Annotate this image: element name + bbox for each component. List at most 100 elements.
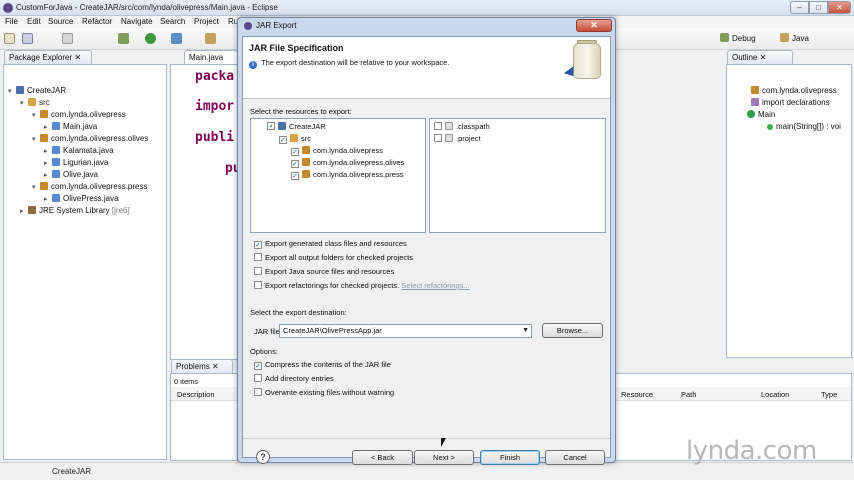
- run-icon[interactable]: [145, 33, 156, 44]
- debug-perspective-button[interactable]: Debug: [720, 33, 756, 43]
- outline-item-imports[interactable]: import declarations: [751, 97, 830, 108]
- tree-item-file[interactable]: ▸ Main.java: [44, 121, 97, 132]
- jar-file-combo[interactable]: CreateJAR\OlivePressApp.jar ▼: [279, 324, 532, 338]
- checkbox-checked[interactable]: ✓: [254, 241, 262, 249]
- outline-item-class[interactable]: Main: [747, 109, 775, 120]
- save-icon[interactable]: [22, 33, 33, 44]
- tree-item-package[interactable]: ▾ com.lynda.olivepress.olives: [32, 133, 148, 144]
- tab-label: Problems: [176, 362, 210, 371]
- column-description[interactable]: Description: [177, 390, 215, 399]
- option-export-output-folders[interactable]: Export all output folders for checked pr…: [254, 252, 413, 263]
- package-icon: [40, 182, 48, 190]
- resource-item-package[interactable]: ✓ com.lynda.olivepress.press: [291, 169, 403, 180]
- resource-file-list[interactable]: .classpath .project: [429, 118, 606, 233]
- checkbox-unchecked[interactable]: [254, 253, 262, 261]
- minimize-button[interactable]: –: [790, 1, 809, 14]
- tree-item-jre[interactable]: ▸ JRE System Library [jre6]: [20, 205, 130, 216]
- tree-item-createjar[interactable]: ▾ CreateJAR: [8, 85, 66, 96]
- resource-file-project[interactable]: .project: [434, 133, 481, 144]
- cancel-button[interactable]: Cancel: [545, 450, 605, 465]
- java-perspective-button[interactable]: Java: [780, 33, 809, 43]
- browse-button[interactable]: Browse...: [542, 323, 603, 338]
- menu-project[interactable]: Project: [194, 17, 219, 26]
- resource-tree[interactable]: CreateJAR ✓ src ✓ com.lynda.olivepress ✓ co…: [250, 118, 426, 233]
- checkbox-unchecked[interactable]: [434, 122, 442, 130]
- tab-problems[interactable]: Problems ✕: [171, 359, 233, 373]
- close-tab-icon[interactable]: ✕: [760, 53, 767, 62]
- external-tools-icon[interactable]: [171, 33, 182, 44]
- checkbox-checked[interactable]: ✓: [279, 136, 287, 144]
- resource-item-createjar[interactable]: CreateJAR: [267, 121, 326, 132]
- column-path[interactable]: Path: [681, 390, 696, 399]
- menu-file[interactable]: File: [5, 17, 18, 26]
- checkbox-unchecked[interactable]: [254, 388, 262, 396]
- checkbox-unchecked[interactable]: [254, 374, 262, 382]
- tree-item-file[interactable]: ▸ Olive.java: [44, 169, 98, 180]
- menu-refactor[interactable]: Refactor: [82, 17, 112, 26]
- chevron-down-icon[interactable]: ▼: [522, 325, 529, 337]
- checkbox-unchecked[interactable]: [254, 281, 262, 289]
- code-line-2[interactable]: impor: [195, 99, 234, 114]
- menu-source[interactable]: Source: [48, 17, 73, 26]
- tab-package-explorer[interactable]: Package Explorer ✕: [4, 50, 92, 64]
- checkbox-unchecked[interactable]: [434, 134, 442, 142]
- next-button[interactable]: Next >: [414, 450, 474, 465]
- java-file-icon: [52, 122, 60, 130]
- tree-item-file[interactable]: ▸ OlivePress.java: [44, 193, 119, 204]
- maximize-button[interactable]: □: [809, 1, 828, 14]
- option-export-source-files[interactable]: Export Java source files and resources: [254, 266, 394, 277]
- code-line-3[interactable]: publi: [195, 130, 234, 145]
- dialog-close-button[interactable]: ✕: [576, 19, 612, 32]
- new-icon[interactable]: [4, 33, 15, 44]
- menu-navigate[interactable]: Navigate: [121, 17, 153, 26]
- checkbox-checked[interactable]: ✓: [254, 362, 262, 370]
- tab-outline[interactable]: Outline ✕: [727, 50, 793, 64]
- tree-item-src[interactable]: ▾ src: [20, 97, 50, 108]
- tab-main-java[interactable]: Main.java: [184, 50, 238, 64]
- option-overwrite[interactable]: Overwrite existing files without warning: [254, 387, 394, 398]
- resource-label: .project: [456, 134, 481, 143]
- close-tab-icon[interactable]: ✕: [212, 362, 219, 371]
- debug-icon[interactable]: [118, 33, 129, 44]
- column-type[interactable]: Type: [821, 390, 837, 399]
- close-tab-icon[interactable]: ✕: [74, 53, 81, 62]
- option-compress[interactable]: ✓ Compress the contents of the JAR file: [254, 359, 391, 370]
- back-button[interactable]: < Back: [352, 450, 413, 465]
- tree-item-file[interactable]: ▸ Ligurian.java: [44, 157, 108, 168]
- checkbox-partial[interactable]: [267, 122, 275, 130]
- help-button[interactable]: ?: [256, 450, 270, 464]
- checkbox-checked[interactable]: ✓: [291, 148, 299, 156]
- debug-perspective-label: Debug: [732, 34, 756, 43]
- resource-item-package[interactable]: ✓ com.lynda.olivepress: [291, 145, 383, 156]
- tree-item-file[interactable]: ▸ Kalamata.java: [44, 145, 114, 156]
- resource-item-package[interactable]: ✓ com.lynda.olivepress.olives: [291, 157, 404, 168]
- file-icon: [445, 134, 453, 142]
- column-resource[interactable]: Resource: [621, 390, 653, 399]
- dialog-title-bar: JAR Export ✕: [238, 18, 615, 34]
- outline-item-package[interactable]: com.lynda.olivepress: [751, 85, 837, 96]
- checkbox-checked[interactable]: ✓: [291, 172, 299, 180]
- option-directory-entries[interactable]: Add directory entries: [254, 373, 334, 384]
- tree-item-label: Main.java: [63, 122, 98, 131]
- class-icon: [747, 110, 755, 118]
- jar-export-dialog: JAR Export ✕ JAR File Specification i The…: [237, 17, 616, 465]
- code-line-1[interactable]: packa: [195, 69, 234, 84]
- option-export-class-files[interactable]: ✓ Export generated class files and resour…: [254, 238, 407, 249]
- resource-file-classpath[interactable]: .classpath: [434, 121, 490, 132]
- select-refactorings-link[interactable]: Select refactorings...: [401, 281, 469, 290]
- print-icon[interactable]: [62, 33, 73, 44]
- checkbox-checked[interactable]: ✓: [291, 160, 299, 168]
- close-window-button[interactable]: ✕: [828, 1, 851, 14]
- option-export-refactorings[interactable]: Export refactorings for checked projects…: [254, 280, 470, 291]
- menu-edit[interactable]: Edit: [27, 17, 41, 26]
- tree-item-package[interactable]: ▾ com.lynda.olivepress: [32, 109, 126, 120]
- column-location[interactable]: Location: [761, 390, 789, 399]
- new-java-project-icon[interactable]: [205, 33, 216, 44]
- finish-button[interactable]: Finish: [480, 450, 540, 465]
- menu-search[interactable]: Search: [160, 17, 185, 26]
- tree-item-package[interactable]: ▾ com.lynda.olivepress.press: [32, 181, 147, 192]
- package-icon: [751, 86, 759, 94]
- outline-item-method[interactable]: main(String[]) : voi: [767, 121, 841, 132]
- resource-item-src[interactable]: ✓ src: [279, 133, 311, 144]
- checkbox-unchecked[interactable]: [254, 267, 262, 275]
